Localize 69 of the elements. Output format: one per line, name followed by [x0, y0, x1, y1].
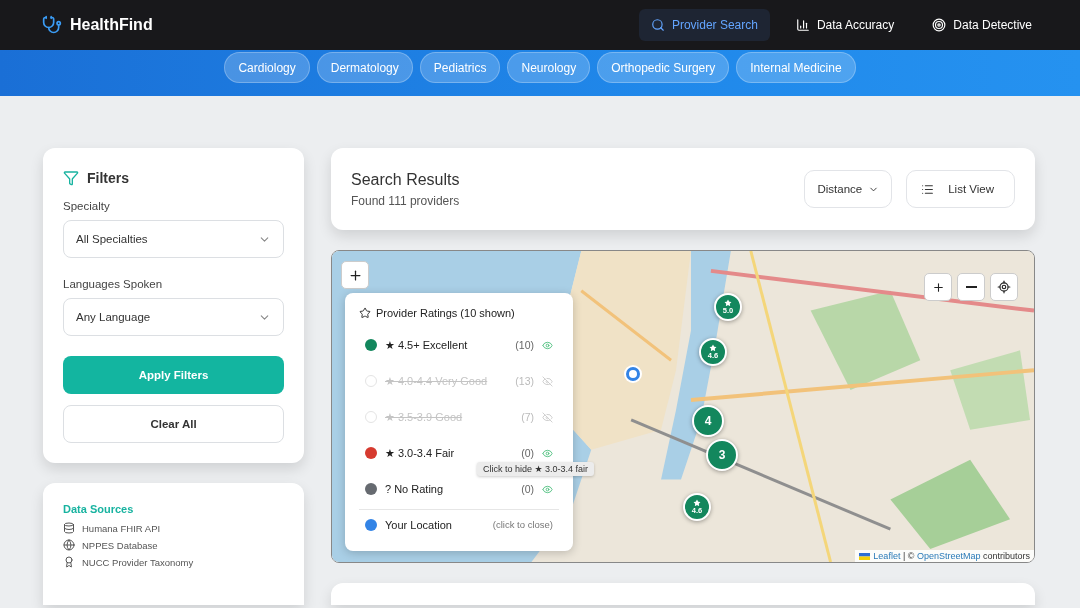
legend-count: (0)	[521, 447, 534, 459]
specialty-chip[interactable]: Orthopedic Surgery	[597, 52, 730, 83]
list-view-button[interactable]: List View	[906, 170, 1015, 208]
legend-label: ★ 4.5+ Excellent	[385, 338, 469, 352]
apply-button[interactable]: Apply Filters	[63, 356, 284, 394]
star-icon	[724, 299, 732, 308]
field-label: Languages Spoken	[63, 278, 164, 290]
legend-count: (13)	[515, 375, 534, 387]
eye-icon	[542, 483, 553, 495]
leaflet-link[interactable]: Leaflet	[873, 551, 901, 561]
list-icon	[921, 182, 935, 196]
plus-icon	[931, 280, 945, 294]
legend-label: ★ 4.0-4.4 Very Good	[385, 374, 489, 388]
source-item: NPPES Database	[82, 539, 158, 551]
ribbon-icon	[63, 556, 75, 568]
select-field[interactable]: All Specialties	[63, 220, 284, 258]
plus-icon	[347, 267, 363, 283]
attribution-text: Leaflet | © OpenStreetMap contributors	[873, 551, 1030, 561]
tooltip: Click to hide ★ 3.0-3.4 fair	[477, 462, 595, 476]
legend-label: ? No Rating	[385, 483, 445, 495]
source-item: Humana FHIR API	[82, 522, 161, 534]
field-label: Specialty	[63, 200, 111, 212]
zoom-out-button[interactable]	[957, 273, 985, 301]
bar-chart-icon	[795, 18, 810, 32]
star-icon	[359, 307, 371, 319]
sources-title: Data Sources	[63, 503, 135, 515]
legend-count: (7)	[521, 411, 534, 423]
eye-icon	[542, 447, 553, 459]
nav-tab[interactable]: Provider Search	[638, 9, 770, 41]
nav-tab[interactable]: Data Detective	[920, 9, 1044, 41]
nav-tab[interactable]: Data Accuracy	[783, 9, 907, 41]
crosshair-icon	[997, 280, 1011, 294]
legend-hint: (click to close)	[492, 519, 553, 530]
star-icon	[693, 499, 701, 508]
specialty-chip[interactable]: Internal Medicine	[736, 52, 856, 83]
locate-button[interactable]	[990, 273, 1018, 301]
specialty-chip[interactable]: Cardiology	[224, 52, 310, 83]
specialty-chip[interactable]: Neurology	[507, 52, 591, 83]
legend-label: Your Location	[385, 518, 453, 531]
zoom-in-button[interactable]	[341, 261, 369, 289]
app-name: HealthFind	[70, 16, 153, 34]
star-icon	[709, 344, 717, 353]
filters-title: Filters	[87, 170, 129, 186]
search-icon	[650, 18, 665, 32]
stethoscope-icon	[42, 15, 62, 35]
eye-off-icon	[542, 375, 553, 387]
target-icon	[932, 18, 947, 32]
legend-count: (10)	[515, 339, 534, 351]
eye-off-icon	[542, 411, 553, 423]
results-count: Found 111 providers	[351, 193, 460, 208]
minus-icon	[965, 286, 977, 288]
flag-icon	[859, 552, 871, 560]
results-title: Search Results	[351, 170, 460, 189]
eye-icon	[542, 339, 553, 351]
legend-label: ★ 3.0-3.4 Fair	[385, 446, 456, 460]
legend-label: ★ 3.5-3.9 Good	[385, 410, 464, 424]
legend-title: Provider Ratings (10 shown)	[376, 307, 515, 319]
osm-link[interactable]: OpenStreetMap	[916, 551, 981, 561]
clear-button[interactable]: Clear All	[63, 405, 284, 443]
filter-icon	[63, 170, 79, 186]
source-item: NUCC Provider Taxonomy	[82, 556, 194, 568]
database-icon	[63, 522, 75, 534]
globe-icon	[63, 539, 75, 551]
specialty-chip[interactable]: Pediatrics	[419, 52, 501, 83]
legend-count: (0)	[521, 483, 534, 495]
sort-dropdown[interactable]: Distance	[804, 170, 893, 208]
specialty-chip[interactable]: Dermatology	[316, 52, 413, 83]
location-marker	[626, 367, 640, 381]
select-field[interactable]: Any Language	[63, 298, 284, 336]
